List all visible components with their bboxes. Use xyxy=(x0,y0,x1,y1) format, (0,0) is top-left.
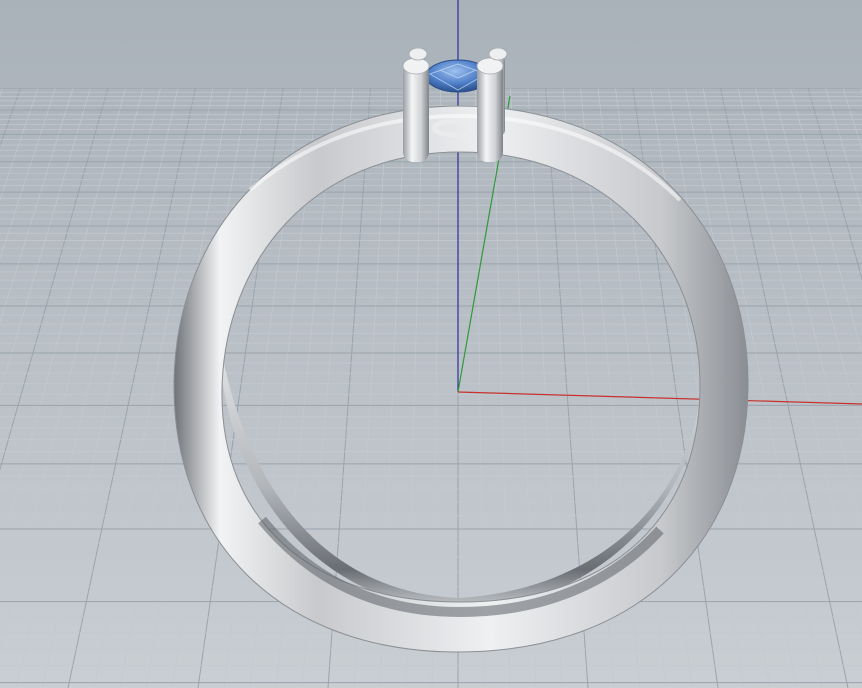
viewport-canvas[interactable] xyxy=(0,0,862,688)
prong-tip-back-right xyxy=(488,47,508,61)
prong-tip-back-left xyxy=(408,47,428,61)
prong-front-left xyxy=(403,62,429,162)
prong-tip-front-right xyxy=(476,57,504,75)
prong-front-right xyxy=(477,62,503,162)
3d-viewport[interactable] xyxy=(0,0,862,688)
prong-tip-front-left xyxy=(402,57,430,75)
